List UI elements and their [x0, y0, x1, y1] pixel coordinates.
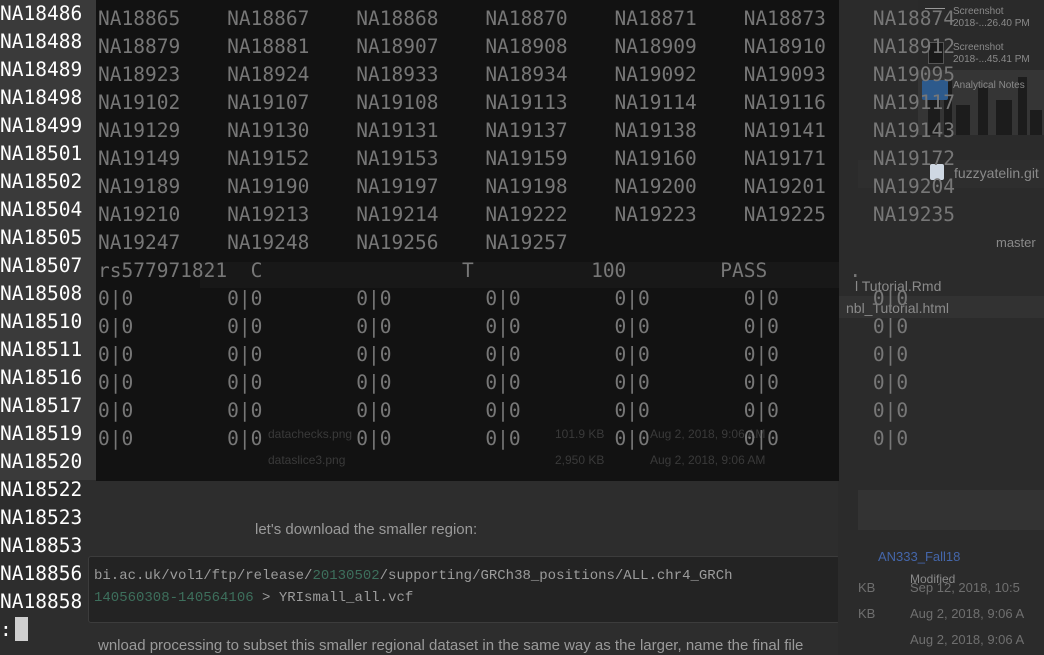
sample-id-line: NA18522 [0, 478, 83, 501]
vcf-header-line: NA19210 NA19213 NA19214 NA19222 NA19223 … [98, 203, 956, 226]
date-cell: Aug 2, 2018, 9:06 A [910, 632, 1025, 647]
sample-id-line: NA18488 [0, 30, 83, 53]
vcf-header-line: NA19102 NA19107 NA19108 NA19113 NA19114 … [98, 91, 956, 114]
genotype-line: 0|0 0|0 0|0 0|0 0|0 0|0 0|0 [98, 371, 909, 394]
sample-id-line: NA18510 [0, 310, 83, 333]
vcf-header-line: NA19129 NA19130 NA19131 NA19137 NA19138 … [98, 119, 956, 142]
sample-id-line: NA18486 [0, 2, 83, 25]
genotype-line: 0|0 0|0 0|0 0|0 0|0 0|0 0|0 [98, 315, 909, 338]
tutorial-paragraph: wnload processing to subset this smaller… [98, 637, 804, 654]
genotype-line: 0|0 0|0 0|0 0|0 0|0 0|0 0|0 [98, 427, 909, 450]
sample-id-line: NA18856 [0, 562, 83, 585]
sample-id-line: NA18520 [0, 450, 83, 473]
size-cell: KB [858, 580, 876, 595]
terminal-cursor[interactable] [15, 617, 28, 641]
branch-selector[interactable]: master [996, 235, 1036, 250]
sample-id-line: NA18501 [0, 142, 83, 165]
sample-id-line: NA18505 [0, 226, 83, 249]
sample-id-line: NA18498 [0, 86, 83, 109]
vcf-header-line: NA18865 NA18867 NA18868 NA18870 NA18871 … [98, 7, 956, 30]
sample-id-line: NA18519 [0, 422, 83, 445]
finder-file-size: 2,950 KB [555, 453, 605, 467]
project-breadcrumb-link[interactable]: AN333_Fall18 [878, 549, 960, 564]
sample-id-line: NA18511 [0, 338, 83, 361]
desktop-item-label[interactable]: Analytical Notes [953, 80, 1025, 92]
vcf-header-line: NA19247 NA19248 NA19256 NA19257 [98, 231, 568, 254]
files-toolbar [858, 490, 1044, 530]
sample-id-line: NA18508 [0, 282, 83, 305]
terminal-prompt[interactable]: : [0, 616, 12, 644]
vcf-header-line: NA18923 NA18924 NA18933 NA18934 NA19092 … [98, 63, 956, 86]
genotype-line: 0|0 0|0 0|0 0|0 0|0 0|0 0|0 [98, 399, 909, 422]
sample-id-line: NA18502 [0, 170, 83, 193]
sample-id-line: NA18858 [0, 590, 83, 613]
git-repo-name[interactable]: fuzzyatelin.git [954, 165, 1039, 181]
vcf-header-line: NA18879 NA18881 NA18907 NA18908 NA18909 … [98, 35, 956, 58]
vcf-header-row: NA18865 NA18867 NA18868 NA18870 NA18871 … [98, 5, 955, 453]
date-cell: Sep 12, 2018, 10:5 [910, 580, 1020, 595]
date-cell: Aug 2, 2018, 9:06 A [910, 606, 1025, 621]
desktop-item-label[interactable]: Screenshot 2018-...45.41 PM [953, 42, 1044, 66]
sample-id-line: NA18853 [0, 534, 83, 557]
finder-file-date: Aug 2, 2018, 9:06 AM [650, 453, 766, 467]
vcf-header-line: NA19149 NA19152 NA19153 NA19159 NA19160 … [98, 147, 956, 170]
sample-id-line: NA18504 [0, 198, 83, 221]
sample-id-line: NA18499 [0, 114, 83, 137]
tutorial-paragraph: let's download the smaller region: [255, 521, 478, 538]
genotype-line: 0|0 0|0 0|0 0|0 0|0 0|0 0|0 [98, 343, 909, 366]
sample-id-line: NA18516 [0, 366, 83, 389]
genotype-line: 0|0 0|0 0|0 0|0 0|0 0|0 0|0 [98, 287, 909, 310]
code-line: 140560308-140564106 > YRIsmall_all.vcf [94, 590, 414, 606]
vcf-variant-line: rs577971821 C T 100 PASS . [98, 259, 862, 282]
code-line: bi.ac.uk/vol1/ftp/release/20130502/suppo… [94, 568, 733, 584]
vcf-header-line: NA19189 NA19190 NA19197 NA19198 NA19200 … [98, 175, 956, 198]
sample-id-line: NA18489 [0, 58, 83, 81]
finder-file-name: dataslice3.png [268, 453, 346, 467]
sample-id-line: NA18507 [0, 254, 83, 277]
sample-id-line: NA18517 [0, 394, 83, 417]
terminal-output: NA18486 NA18488 NA18489 NA18498 NA18499 NA185… [0, 0, 82, 616]
sample-id-line: NA18523 [0, 506, 83, 529]
size-cell: KB [858, 606, 876, 621]
desktop-item-label[interactable]: Screenshot 2018-...26.40 PM [953, 6, 1044, 30]
